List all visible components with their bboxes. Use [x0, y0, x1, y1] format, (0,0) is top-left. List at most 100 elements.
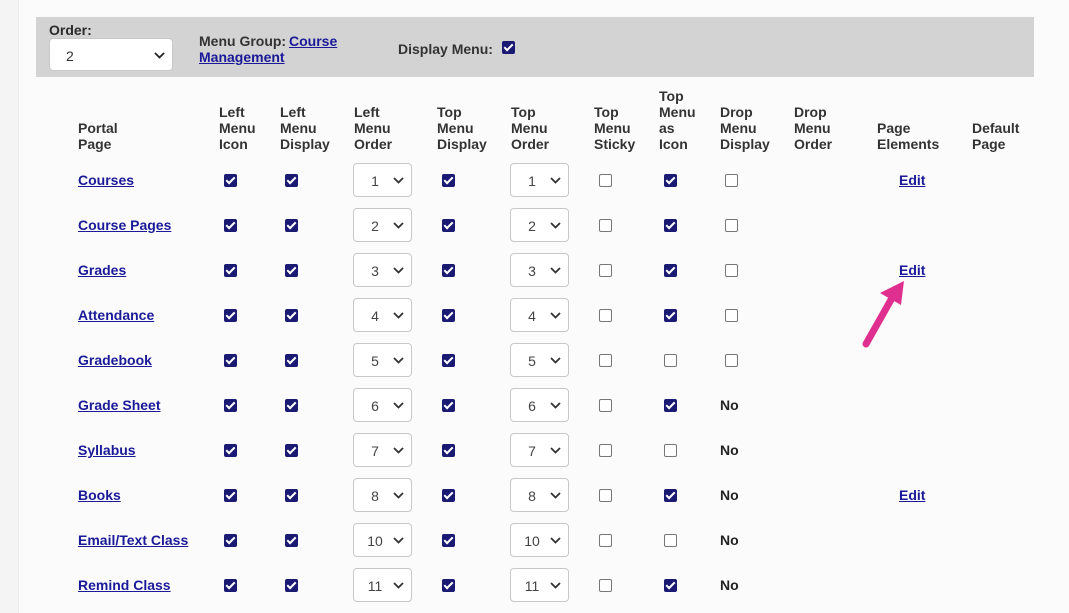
- top-menu-display-checkbox[interactable]: [442, 264, 455, 277]
- top-menu-order-select[interactable]: 8: [510, 478, 569, 512]
- column-header-line: Menu: [280, 120, 317, 136]
- page-link-course-pages[interactable]: Course Pages: [78, 217, 171, 233]
- page-link-syllabus[interactable]: Syllabus: [78, 442, 136, 458]
- left-menu-display-checkbox[interactable]: [285, 579, 298, 592]
- top-menu-as-icon-checkbox[interactable]: [664, 444, 677, 457]
- left-menu-order-select[interactable]: 10: [353, 523, 412, 557]
- left-menu-display-checkbox[interactable]: [285, 534, 298, 547]
- top-menu-as-icon-checkbox[interactable]: [664, 579, 677, 592]
- top-menu-order-select[interactable]: 10: [510, 523, 569, 557]
- column-header-line: Icon: [659, 136, 688, 152]
- column-header-line: Default: [972, 120, 1020, 136]
- top-menu-display-checkbox[interactable]: [442, 579, 455, 592]
- top-menu-order-select[interactable]: 6: [510, 388, 569, 422]
- drop-menu-display-checkbox[interactable]: [725, 354, 738, 367]
- left-menu-icon-checkbox[interactable]: [224, 174, 237, 187]
- column-header-line: Top: [437, 104, 462, 120]
- left-menu-order-select[interactable]: 11: [353, 568, 412, 602]
- top-menu-order-select[interactable]: 4: [510, 298, 569, 332]
- top-menu-as-icon-checkbox[interactable]: [664, 354, 677, 367]
- drop-menu-display-checkbox[interactable]: [725, 264, 738, 277]
- top-menu-as-icon-checkbox[interactable]: [664, 489, 677, 502]
- left-menu-order-select[interactable]: 3: [353, 253, 412, 287]
- top-menu-display-checkbox[interactable]: [442, 534, 455, 547]
- page-elements-edit-link[interactable]: Edit: [899, 487, 925, 503]
- top-menu-order-select[interactable]: 1: [510, 163, 569, 197]
- page-link-grade-sheet[interactable]: Grade Sheet: [78, 397, 160, 413]
- left-menu-icon-checkbox[interactable]: [224, 264, 237, 277]
- page-link-gradebook[interactable]: Gradebook: [78, 352, 152, 368]
- column-header-line: Drop: [794, 104, 827, 120]
- left-menu-icon-checkbox[interactable]: [224, 219, 237, 232]
- left-menu-display-checkbox[interactable]: [285, 444, 298, 457]
- top-menu-as-icon-checkbox[interactable]: [664, 264, 677, 277]
- page-link-remind-class[interactable]: Remind Class: [78, 577, 171, 593]
- menu-group-link[interactable]: Course: [289, 33, 337, 49]
- top-menu-display-checkbox[interactable]: [442, 399, 455, 412]
- top-menu-order-select[interactable]: 7: [510, 433, 569, 467]
- top-menu-as-icon-checkbox[interactable]: [664, 399, 677, 412]
- left-menu-order-select[interactable]: 6: [353, 388, 412, 422]
- left-menu-icon-checkbox[interactable]: [224, 309, 237, 322]
- left-menu-order-select[interactable]: 2: [353, 208, 412, 242]
- left-menu-icon-checkbox[interactable]: [224, 534, 237, 547]
- left-menu-order-select[interactable]: 7: [353, 433, 412, 467]
- left-menu-display-checkbox[interactable]: [285, 219, 298, 232]
- left-menu-display-checkbox[interactable]: [285, 489, 298, 502]
- drop-menu-display-checkbox[interactable]: [725, 309, 738, 322]
- top-menu-sticky-checkbox[interactable]: [599, 219, 612, 232]
- page-elements-edit-link[interactable]: Edit: [899, 172, 925, 188]
- top-menu-sticky-checkbox[interactable]: [599, 309, 612, 322]
- top-menu-sticky-checkbox[interactable]: [599, 444, 612, 457]
- order-select[interactable]: 2: [49, 38, 173, 71]
- top-menu-display-checkbox[interactable]: [442, 354, 455, 367]
- left-menu-order-select[interactable]: 5: [353, 343, 412, 377]
- display-menu-checkbox[interactable]: [502, 41, 515, 54]
- drop-menu-display-checkbox[interactable]: [725, 219, 738, 232]
- left-menu-icon-checkbox[interactable]: [224, 399, 237, 412]
- top-menu-sticky-checkbox[interactable]: [599, 264, 612, 277]
- left-menu-icon-checkbox[interactable]: [224, 579, 237, 592]
- top-menu-order-select[interactable]: 3: [510, 253, 569, 287]
- page-link-courses[interactable]: Courses: [78, 172, 134, 188]
- drop-menu-display-checkbox[interactable]: [725, 174, 738, 187]
- page-link-email-text-class[interactable]: Email/Text Class: [78, 532, 188, 548]
- top-menu-sticky-checkbox[interactable]: [599, 534, 612, 547]
- top-menu-display-checkbox[interactable]: [442, 444, 455, 457]
- top-menu-as-icon-checkbox[interactable]: [664, 174, 677, 187]
- top-menu-as-icon-checkbox[interactable]: [664, 309, 677, 322]
- top-menu-sticky-checkbox[interactable]: [599, 579, 612, 592]
- page-link-attendance[interactable]: Attendance: [78, 307, 154, 323]
- menu-group-link-continued[interactable]: Management: [199, 49, 285, 65]
- top-menu-order-select[interactable]: 5: [510, 343, 569, 377]
- left-menu-order-select[interactable]: 4: [353, 298, 412, 332]
- top-menu-display-checkbox[interactable]: [442, 219, 455, 232]
- left-menu-order-select-value: 3: [371, 263, 379, 279]
- page-elements-edit-link[interactable]: Edit: [899, 262, 925, 278]
- display-menu-label: Display Menu:: [398, 41, 493, 57]
- page-link-books[interactable]: Books: [78, 487, 121, 503]
- top-menu-display-checkbox[interactable]: [442, 309, 455, 322]
- top-menu-as-icon-checkbox[interactable]: [664, 534, 677, 547]
- left-menu-display-checkbox[interactable]: [285, 264, 298, 277]
- left-menu-icon-checkbox[interactable]: [224, 489, 237, 502]
- left-menu-icon-checkbox[interactable]: [224, 354, 237, 367]
- top-menu-as-icon-checkbox[interactable]: [664, 219, 677, 232]
- top-menu-sticky-checkbox[interactable]: [599, 174, 612, 187]
- column-header-line: Menu: [437, 120, 474, 136]
- top-menu-sticky-checkbox[interactable]: [599, 489, 612, 502]
- page-link-grades[interactable]: Grades: [78, 262, 126, 278]
- top-menu-order-select[interactable]: 11: [510, 568, 569, 602]
- left-menu-display-checkbox[interactable]: [285, 399, 298, 412]
- left-menu-display-checkbox[interactable]: [285, 354, 298, 367]
- left-menu-order-select[interactable]: 1: [353, 163, 412, 197]
- top-menu-display-checkbox[interactable]: [442, 174, 455, 187]
- left-menu-icon-checkbox[interactable]: [224, 444, 237, 457]
- left-menu-display-checkbox[interactable]: [285, 174, 298, 187]
- top-menu-sticky-checkbox[interactable]: [599, 399, 612, 412]
- top-menu-sticky-checkbox[interactable]: [599, 354, 612, 367]
- top-menu-display-checkbox[interactable]: [442, 489, 455, 502]
- left-menu-order-select[interactable]: 8: [353, 478, 412, 512]
- top-menu-order-select[interactable]: 2: [510, 208, 569, 242]
- left-menu-display-checkbox[interactable]: [285, 309, 298, 322]
